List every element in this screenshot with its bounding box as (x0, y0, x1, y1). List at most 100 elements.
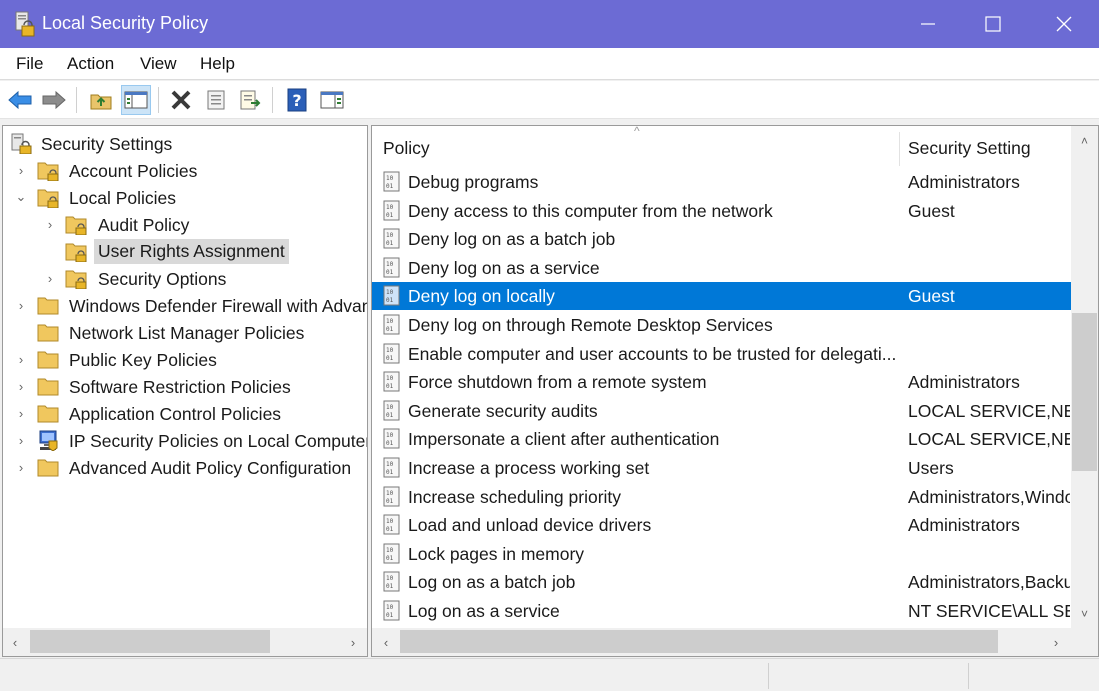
folder-icon (37, 378, 59, 396)
menu-help[interactable]: Help (200, 54, 235, 74)
show-hide-action-pane-button[interactable] (317, 85, 347, 115)
expand-icon[interactable]: › (43, 214, 57, 234)
table-row[interactable]: 10 01 Deny log on as a service (372, 254, 1072, 282)
expand-icon[interactable]: › (14, 160, 28, 180)
policy-list-view[interactable]: ^ Policy Security Setting 10 01 Debug prog… (371, 125, 1099, 657)
tree-item-local-policies[interactable]: ⌄ Local Policies (3, 184, 367, 211)
menu-file[interactable]: File (16, 54, 43, 74)
tree-item-security-options[interactable]: › Security Options (3, 265, 367, 292)
folder-lock-icon (65, 216, 87, 235)
close-button[interactable] (1029, 0, 1099, 48)
expand-icon[interactable]: › (14, 295, 28, 315)
collapse-icon[interactable]: ⌄ (14, 187, 28, 207)
table-row[interactable]: 10 01 Enable computer and user accounts to… (372, 340, 1072, 368)
svg-text:01: 01 (386, 383, 394, 390)
policy-name: Deny log on as a service (408, 257, 600, 278)
scroll-right-icon[interactable]: › (341, 628, 365, 656)
scrollbar-thumb[interactable] (1072, 313, 1097, 471)
menu-view[interactable]: View (140, 54, 177, 74)
table-row[interactable]: 10 01 Deny log on through Remote Desktop S… (372, 311, 1072, 339)
tree-item-software-restriction-policies[interactable]: › Software Restriction Policies (3, 373, 367, 400)
scroll-right-icon[interactable]: › (1044, 628, 1068, 656)
forward-button[interactable] (39, 85, 69, 115)
list-horizontal-scrollbar[interactable]: ‹ › (372, 628, 1098, 656)
policy-name: Deny log on locally (408, 286, 555, 307)
table-row[interactable]: 10 01 Impersonate a client after authentic… (372, 425, 1072, 453)
policy-name: Force shutdown from a remote system (408, 372, 707, 393)
table-row[interactable]: 10 01 Deny log on locally Guest (372, 282, 1072, 311)
tree-item-security-settings[interactable]: Security Settings (3, 130, 367, 157)
scrollbar-thumb[interactable] (400, 630, 998, 653)
help-icon: ? (287, 88, 307, 112)
table-row[interactable]: 10 01 Generate security audits LOCAL SERVIC… (372, 397, 1072, 425)
svg-text:10: 10 (386, 289, 394, 296)
close-icon (1056, 16, 1072, 32)
tree-item-public-key-policies[interactable]: › Public Key Policies (3, 346, 367, 373)
expand-icon[interactable]: › (14, 376, 28, 396)
table-row[interactable]: 10 01 Lock pages in memory (372, 540, 1072, 568)
back-button[interactable] (5, 85, 35, 115)
show-hide-console-tree-button[interactable] (121, 85, 151, 115)
tree-item-label: Windows Defender Firewall with Advanced … (69, 296, 367, 316)
column-header-policy[interactable]: Policy (383, 138, 430, 159)
properties-button[interactable] (201, 85, 231, 115)
list-vertical-scrollbar[interactable]: ˄ ˅ (1071, 126, 1098, 628)
maximize-button[interactable] (958, 0, 1028, 48)
tree-item-advanced-audit-policy[interactable]: › Advanced Audit Policy Configuration (3, 454, 367, 481)
tree-item-account-policies[interactable]: › Account Policies (3, 157, 367, 184)
svg-text:01: 01 (386, 440, 394, 447)
table-row[interactable]: 10 01 Force shutdown from a remote system A… (372, 368, 1072, 396)
folder-lock-icon (37, 189, 59, 208)
column-divider[interactable] (899, 132, 900, 166)
help-button[interactable]: ? (282, 85, 312, 115)
svg-text:01: 01 (386, 183, 394, 190)
scroll-left-icon[interactable]: ‹ (374, 628, 398, 656)
expand-icon[interactable]: › (14, 430, 28, 450)
security-setting-value: Administrators (908, 172, 1020, 192)
policy-icon: 1001 (383, 228, 400, 249)
export-list-button[interactable] (236, 85, 266, 115)
up-one-level-button[interactable] (86, 85, 116, 115)
table-row[interactable]: 10 01 Increase scheduling priority Administ… (372, 483, 1072, 511)
table-row[interactable]: 10 01 Deny access to this computer from th… (372, 197, 1072, 225)
tree-item-label: IP Security Policies on Local Computer (69, 431, 368, 451)
tree-item-label: Software Restriction Policies (69, 377, 291, 397)
tree-item-audit-policy[interactable]: › Audit Policy (3, 211, 367, 238)
expand-icon[interactable]: › (14, 457, 28, 477)
console-tree[interactable]: Security Settings › Account Policies ⌄ L… (2, 125, 368, 657)
delete-icon (171, 90, 191, 110)
back-icon (8, 90, 32, 110)
scroll-down-icon[interactable]: ˅ (1071, 603, 1098, 625)
delete-button[interactable] (166, 85, 196, 115)
ip-security-computer-icon (39, 430, 58, 451)
scrollbar-thumb[interactable] (30, 630, 270, 653)
tree-item-application-control-policies[interactable]: › Application Control Policies (3, 400, 367, 427)
scroll-up-icon[interactable]: ˄ (1071, 130, 1098, 152)
tree-item-network-list-manager[interactable]: Network List Manager Policies (3, 319, 367, 346)
policy-name: Impersonate a client after authenticatio… (408, 429, 720, 450)
policy-name: Log on as a batch job (408, 572, 576, 593)
table-row[interactable]: 1001 Log on as a service NT SERVICE\ALL SE… (372, 597, 1072, 625)
expand-icon[interactable]: › (14, 349, 28, 369)
expand-icon[interactable]: › (43, 268, 57, 288)
tree-horizontal-scrollbar[interactable]: ‹ › (3, 628, 367, 656)
expand-icon[interactable]: › (14, 403, 28, 423)
table-row[interactable]: 10 01 Debug programs Administrators (372, 168, 1072, 196)
scroll-left-icon[interactable]: ‹ (3, 628, 27, 656)
security-setting-value: LOCAL SERVICE,NETWORK SERVICE (908, 429, 1070, 450)
svg-text:10: 10 (386, 261, 394, 268)
security-policy-app-icon (15, 11, 35, 37)
tree-item-ip-security-policies[interactable]: › IP Security Policies on Local Computer (3, 427, 367, 454)
title-bar: Local Security Policy (0, 0, 1099, 48)
minimize-button[interactable] (893, 0, 963, 48)
table-row[interactable]: 10 01 Load and unload device drivers Admini… (372, 511, 1072, 539)
table-row[interactable]: 10 01 Deny log on as a batch job (372, 225, 1072, 253)
column-header-security-setting[interactable]: Security Setting (908, 138, 1031, 159)
tree-item-windows-defender-firewall[interactable]: › Windows Defender Firewall with Advance… (3, 292, 367, 319)
security-setting-value: Guest (908, 200, 955, 221)
export-list-icon (240, 90, 261, 110)
menu-action[interactable]: Action (67, 54, 114, 74)
tree-item-user-rights-assignment[interactable]: User Rights Assignment (3, 238, 367, 265)
table-row[interactable]: 10 01 Increase a process working set Users (372, 454, 1072, 482)
table-row[interactable]: 10 01 Log on as a batch job Administrators,… (372, 568, 1072, 596)
